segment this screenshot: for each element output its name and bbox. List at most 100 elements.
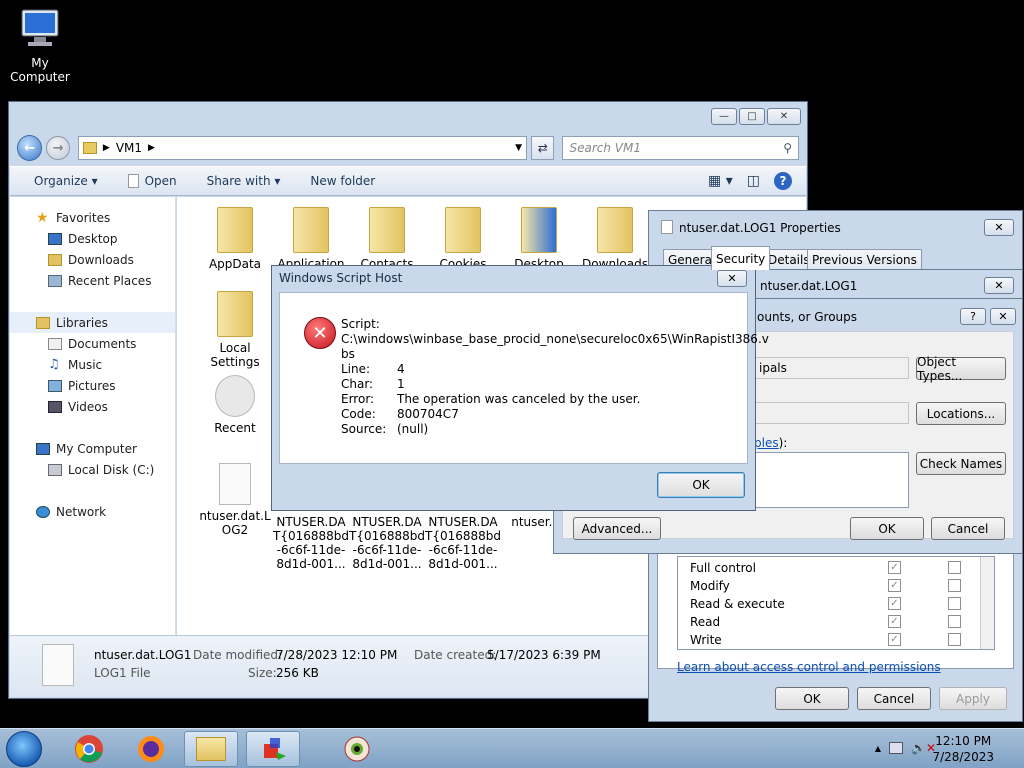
chevron-down-icon[interactable]: ▼ bbox=[515, 143, 526, 153]
search-icon: ⚲ bbox=[783, 141, 792, 155]
close-button[interactable]: ✕ bbox=[717, 270, 747, 287]
deny-checkbox bbox=[948, 597, 961, 610]
folder-appdata[interactable]: AppData bbox=[197, 207, 273, 271]
contacts-folder-icon bbox=[369, 207, 405, 253]
sidebar-item-music[interactable]: ♫ Music bbox=[10, 354, 175, 375]
close-button[interactable]: ✕ bbox=[767, 108, 801, 125]
share-with-button[interactable]: Share with ▾ bbox=[207, 174, 281, 188]
eye-app-icon[interactable] bbox=[330, 731, 384, 767]
scrollbar[interactable] bbox=[980, 557, 994, 649]
sidebar-item-network[interactable]: Network bbox=[10, 501, 175, 522]
file-ntuser-blf-2[interactable]: NTUSER.DA T{016888bd -6c6f-11de- 8d1d-001..… bbox=[349, 515, 425, 571]
file-ntuser-blf-3[interactable]: NTUSER.DA T{016888bd -6c6f-11de- 8d1d-001..… bbox=[425, 515, 501, 571]
ok-button[interactable]: OK bbox=[850, 517, 924, 540]
help-icon[interactable]: ? bbox=[774, 172, 792, 190]
sidebar-item-pictures[interactable]: Pictures bbox=[10, 375, 175, 396]
allow-checkbox: ✓ bbox=[888, 579, 901, 592]
cancel-button[interactable]: Cancel bbox=[931, 517, 1005, 540]
sidebar-item-local-disk[interactable]: Local Disk (C:) bbox=[10, 459, 175, 480]
desktop-icon-label: My Computer bbox=[10, 56, 70, 84]
folder-local-settings[interactable]: Local Settings bbox=[197, 291, 273, 369]
tab-security[interactable]: Security bbox=[711, 246, 771, 270]
tray-up-arrow-icon[interactable]: ▲ bbox=[875, 744, 881, 753]
explorer-taskbar-icon[interactable] bbox=[184, 731, 238, 767]
command-bar: Organize ▾ Open Share with ▾ New folder … bbox=[10, 166, 806, 196]
sidebar-item-documents[interactable]: Documents bbox=[10, 333, 175, 354]
document-icon bbox=[661, 220, 673, 234]
folder-downloads[interactable]: Downloads bbox=[577, 207, 653, 271]
close-button[interactable]: ✕ bbox=[984, 219, 1014, 236]
sidebar-item-favorites[interactable]: ★ Favorites bbox=[10, 207, 175, 228]
minimize-button[interactable]: — bbox=[711, 108, 737, 125]
refresh-button[interactable]: ⇄ bbox=[531, 136, 555, 160]
char-label: Char: bbox=[341, 377, 374, 391]
permissions-list: Full control ✓ Modify ✓ Read & execute ✓ Re… bbox=[677, 556, 995, 650]
network-tray-icon[interactable] bbox=[889, 742, 903, 754]
folder-application-data[interactable]: Application bbox=[273, 207, 349, 271]
details-date-created: 5/17/2023 6:39 PM bbox=[487, 648, 601, 662]
clock-time: 12:10 PM bbox=[935, 734, 992, 748]
script-label: Script: bbox=[341, 317, 380, 331]
computer-icon bbox=[16, 8, 64, 52]
chrome-icon[interactable] bbox=[62, 731, 116, 767]
advanced-button[interactable]: Advanced... bbox=[573, 517, 661, 540]
perm-read-execute: Read & execute bbox=[690, 597, 785, 611]
new-folder-button[interactable]: New folder bbox=[310, 174, 375, 188]
object-names-input[interactable] bbox=[754, 452, 909, 508]
file-icon bbox=[219, 463, 251, 505]
locations-button[interactable]: Locations... bbox=[916, 402, 1006, 425]
ok-button[interactable]: OK bbox=[775, 687, 849, 710]
apply-button[interactable]: Apply bbox=[939, 687, 1007, 710]
organize-button[interactable]: Organize ▾ bbox=[34, 174, 98, 188]
learn-access-control-link[interactable]: Learn about access control and permissio… bbox=[677, 660, 941, 674]
folder-shortcut-icon bbox=[217, 291, 253, 337]
sidebar-item-my-computer[interactable]: My Computer bbox=[10, 438, 175, 459]
preview-pane-icon[interactable]: ◫ bbox=[747, 173, 760, 189]
view-icon[interactable]: ▦ ▾ bbox=[708, 173, 733, 189]
close-button[interactable]: ✕ bbox=[984, 277, 1014, 294]
sidebar-item-recent-places[interactable]: Recent Places bbox=[10, 270, 175, 291]
sidebar-item-videos[interactable]: Videos bbox=[10, 396, 175, 417]
sidebar-item-downloads[interactable]: Downloads bbox=[10, 249, 175, 270]
folder-desktop[interactable]: Desktop bbox=[501, 207, 577, 271]
maximize-button[interactable]: □ bbox=[739, 108, 765, 125]
perm-write: Write bbox=[690, 633, 722, 647]
my-computer-desktop-icon[interactable]: My Computer bbox=[4, 8, 76, 84]
chevron-right-icon: ▶ bbox=[148, 143, 155, 153]
deny-checkbox bbox=[948, 633, 961, 646]
file-ntuser-log2[interactable]: ntuser.dat.L OG2 bbox=[197, 463, 273, 537]
folder-cookies[interactable]: Cookies bbox=[425, 207, 501, 271]
sidebar-item-desktop[interactable]: Desktop bbox=[10, 228, 175, 249]
sidebar-item-libraries[interactable]: Libraries bbox=[10, 312, 175, 333]
document-icon bbox=[127, 174, 139, 189]
clock[interactable]: 12:10 PM 7/28/2023 bbox=[932, 733, 994, 765]
folder-icon bbox=[82, 142, 97, 154]
breadcrumb[interactable]: VM1 bbox=[116, 141, 142, 155]
app-taskbar-icon[interactable] bbox=[246, 731, 300, 767]
cancel-button[interactable]: Cancel bbox=[857, 687, 931, 710]
object-types-button[interactable]: Object Types... bbox=[916, 355, 1006, 383]
firefox-icon[interactable] bbox=[124, 731, 178, 767]
search-input[interactable]: Search VM1 ⚲ bbox=[562, 136, 799, 160]
music-icon: ♫ bbox=[48, 356, 60, 372]
back-button[interactable]: ← bbox=[17, 135, 43, 161]
examples-link[interactable]: ples bbox=[754, 436, 779, 450]
close-button[interactable]: ✕ bbox=[990, 308, 1016, 325]
error-message: Script: C:\windows\winbase_base_procid_n… bbox=[341, 317, 769, 437]
help-button[interactable]: ? bbox=[960, 308, 986, 325]
details-size-label: Size: bbox=[248, 666, 277, 680]
forward-button[interactable]: → bbox=[46, 136, 70, 160]
address-bar[interactable]: ▶ VM1 ▶ ▼ bbox=[77, 136, 527, 160]
folder-contacts[interactable]: Contacts bbox=[349, 207, 425, 271]
permissions-dialog-title: ntuser.dat.LOG1 bbox=[760, 279, 858, 293]
ok-button[interactable]: OK bbox=[657, 472, 745, 498]
computer-icon bbox=[36, 442, 50, 455]
start-button[interactable] bbox=[6, 731, 42, 767]
source-label: Source: bbox=[341, 422, 387, 436]
tab-previous-versions[interactable]: Previous Versions bbox=[807, 249, 922, 269]
check-names-button[interactable]: Check Names bbox=[916, 452, 1006, 475]
open-button[interactable]: Open bbox=[127, 174, 177, 189]
folder-recent[interactable]: Recent bbox=[197, 375, 273, 435]
perm-modify: Modify bbox=[690, 579, 730, 593]
file-ntuser-blf-1[interactable]: NTUSER.DA T{016888bd -6c6f-11de- 8d1d-001..… bbox=[273, 515, 349, 571]
